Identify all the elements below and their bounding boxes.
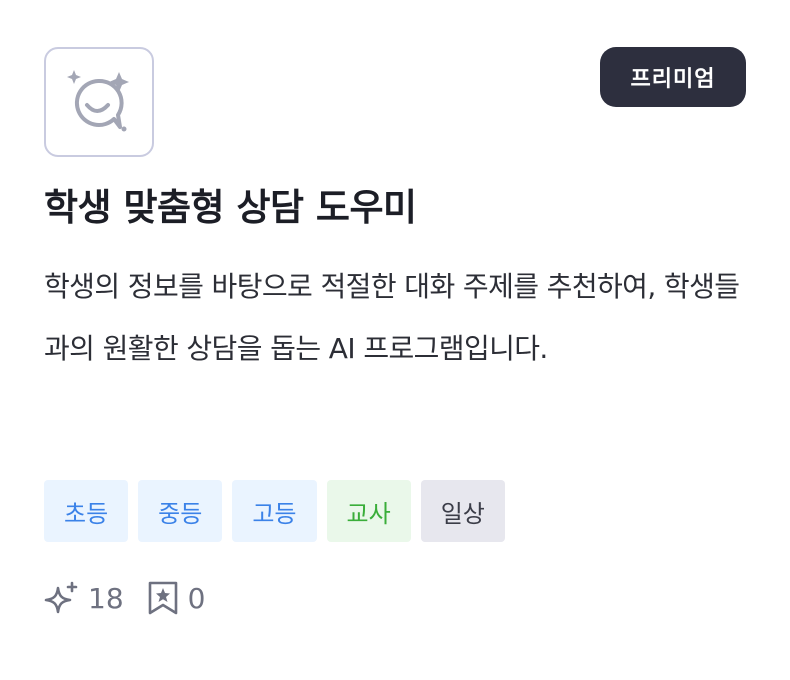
bookmark-stat[interactable]: 0 [146, 580, 206, 616]
smiling-chat-sparkle-icon [67, 70, 129, 132]
sparkle-stat[interactable]: 18 [44, 580, 124, 616]
bookmark-count: 0 [187, 581, 206, 615]
tag-teacher[interactable]: 교사 [326, 480, 411, 542]
sparkle-count: 18 [88, 581, 124, 615]
bookmark-star-icon [148, 581, 177, 615]
tag-list: 초등 중등 고등 교사 일상 [44, 480, 505, 542]
tag-high-school[interactable]: 고등 [232, 480, 317, 542]
tag-middle-school[interactable]: 중등 [138, 480, 223, 542]
sparkle-icon [44, 581, 78, 614]
assistant-card[interactable]: 프리미엄 학생 맞춤형 상담 도우미 학생의 정보를 바탕으로 적절한 대화 주… [0, 0, 790, 680]
card-stats: 18 0 [44, 580, 227, 616]
premium-badge: 프리미엄 [600, 47, 746, 107]
tag-elementary[interactable]: 초등 [44, 480, 129, 542]
tag-daily[interactable]: 일상 [420, 480, 505, 542]
card-title: 학생 맞춤형 상담 도우미 [44, 186, 417, 229]
card-description: 학생의 정보를 바탕으로 적절한 대화 주제를 추천하여, 학생들과의 원활한 … [44, 270, 740, 365]
assistant-thumbnail [44, 47, 154, 157]
